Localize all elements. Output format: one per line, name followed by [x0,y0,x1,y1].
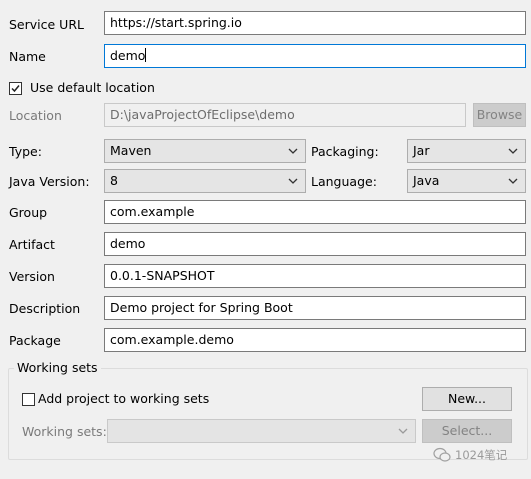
name-label: Name [9,49,46,64]
packaging-select[interactable]: Jar [407,139,526,163]
artifact-label: Artifact [9,237,55,252]
chevron-down-icon [508,178,518,184]
chevron-down-icon [288,148,298,154]
working-sets-select [107,419,416,443]
use-default-location-checkbox[interactable] [9,82,22,95]
location-input: D:\javaProjectOfEclipse\demo [104,103,466,127]
language-label: Language: [311,174,377,189]
name-value: demo [110,48,146,63]
chevron-down-icon [288,178,298,184]
add-to-working-sets-checkbox[interactable] [22,393,35,406]
package-input[interactable]: com.example.demo [104,328,526,352]
type-value: Maven [110,143,152,158]
java-version-value: 8 [110,173,118,188]
description-label: Description [9,301,81,316]
artifact-input[interactable]: demo [104,232,526,256]
working-sets-title: Working sets [14,360,101,376]
service-url-label: Service URL [9,17,84,32]
language-select[interactable]: Java [407,169,526,193]
use-default-location-label[interactable]: Use default location [30,80,155,96]
location-label: Location [9,108,62,123]
java-version-label: Java Version: [9,174,90,189]
new-working-set-button[interactable]: New... [422,387,512,411]
group-input[interactable]: com.example [104,200,526,224]
java-version-select[interactable]: 8 [104,169,306,193]
type-select[interactable]: Maven [104,139,306,163]
packaging-value: Jar [413,143,430,158]
chevron-down-icon [508,148,518,154]
checkmark-icon [11,85,20,93]
packaging-label: Packaging: [311,144,379,159]
chevron-down-icon [398,428,408,434]
wechat-icon [433,447,451,462]
add-to-working-sets-label[interactable]: Add project to working sets [38,391,209,407]
version-input[interactable]: 0.0.1-SNAPSHOT [104,264,526,288]
group-label: Group [9,205,48,220]
version-label: Version [9,269,55,284]
name-input[interactable]: demo [104,44,526,68]
watermark-text: 1024笔记 [455,448,508,462]
text-caret [145,48,147,62]
description-input[interactable]: Demo project for Spring Boot [104,296,526,320]
package-label: Package [9,333,61,348]
working-sets-combo-label: Working sets: [22,424,107,439]
type-label: Type: [9,144,42,159]
select-working-sets-button: Select... [422,419,512,443]
browse-button: Browse [473,103,526,127]
language-value: Java [413,173,440,188]
service-url-input[interactable]: https://start.spring.io [104,11,526,35]
